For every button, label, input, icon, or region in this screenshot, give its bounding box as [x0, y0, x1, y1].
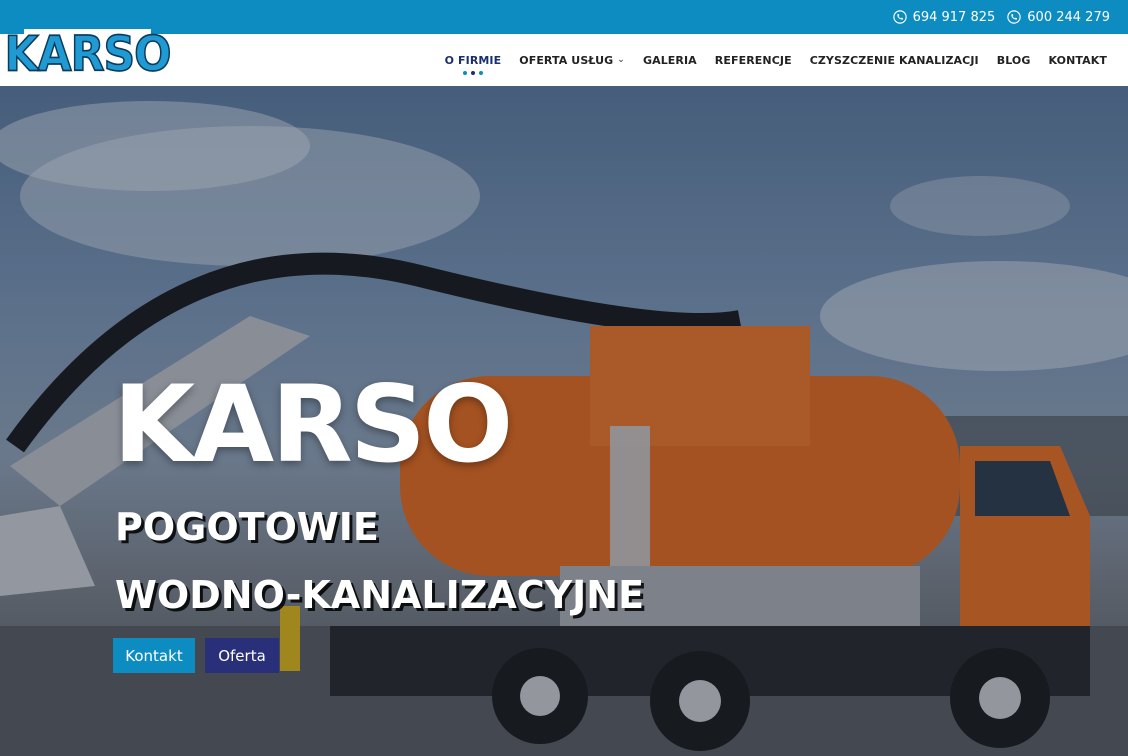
site-header: KARSO O FIRMIE OFERTA USŁUG ⌄ GALERIA RE…	[0, 29, 1128, 86]
nav-item-galeria[interactable]: GALERIA	[643, 54, 697, 67]
nav-item-blog[interactable]: BLOG	[997, 54, 1031, 67]
hero-section: KARSO POGOTOWIE WODNO-KANALIZACYJNE Kont…	[0, 86, 1128, 756]
oferta-button[interactable]: Oferta	[205, 638, 279, 673]
phone-icon	[1007, 10, 1021, 24]
chevron-down-icon: ⌄	[617, 55, 625, 65]
nav-item-label: BLOG	[996, 53, 1031, 67]
hero-subtitle-line-2: WODNO-KANALIZACYJNE	[115, 573, 645, 617]
kontakt-button[interactable]: Kontakt	[113, 638, 195, 673]
nav-item-label: CZYSZCZENIE KANALIZACJI	[809, 53, 979, 67]
nav-item-label: KONTAKT	[1048, 53, 1107, 67]
nav-item-label: GALERIA	[642, 53, 697, 67]
phone-link-2[interactable]: 600 244 279	[1007, 10, 1110, 25]
nav-item-czyszczenie-kanalizacji[interactable]: CZYSZCZENIE KANALIZACJI	[810, 54, 979, 67]
nav-item-kontakt[interactable]: KONTAKT	[1049, 54, 1107, 67]
phone-link-1[interactable]: 694 917 825	[892, 9, 996, 25]
phone-icon	[892, 10, 907, 24]
site-logo[interactable]: KARSO	[4, 29, 172, 81]
active-indicator	[462, 70, 483, 75]
phone-number: 694 917 825	[912, 9, 996, 25]
nav-item-referencje[interactable]: REFERENCJE	[715, 54, 792, 67]
logo-text: KARSO	[4, 26, 173, 83]
nav-item-oferta-uslug[interactable]: OFERTA USŁUG ⌄	[519, 54, 625, 67]
nav-item-label: O FIRMIE	[444, 53, 502, 67]
phone-number: 600 244 279	[1027, 9, 1110, 25]
hero-subtitle-line-1: POGOTOWIE	[115, 505, 379, 549]
nav-item-label: OFERTA USŁUG	[519, 53, 614, 67]
nav-item-o-firmie[interactable]: O FIRMIE	[444, 53, 502, 75]
main-navigation: O FIRMIE OFERTA USŁUG ⌄ GALERIA REFERENC…	[444, 53, 1107, 75]
nav-item-label: REFERENCJE	[714, 53, 792, 67]
hero-title: KARSO	[113, 363, 513, 486]
